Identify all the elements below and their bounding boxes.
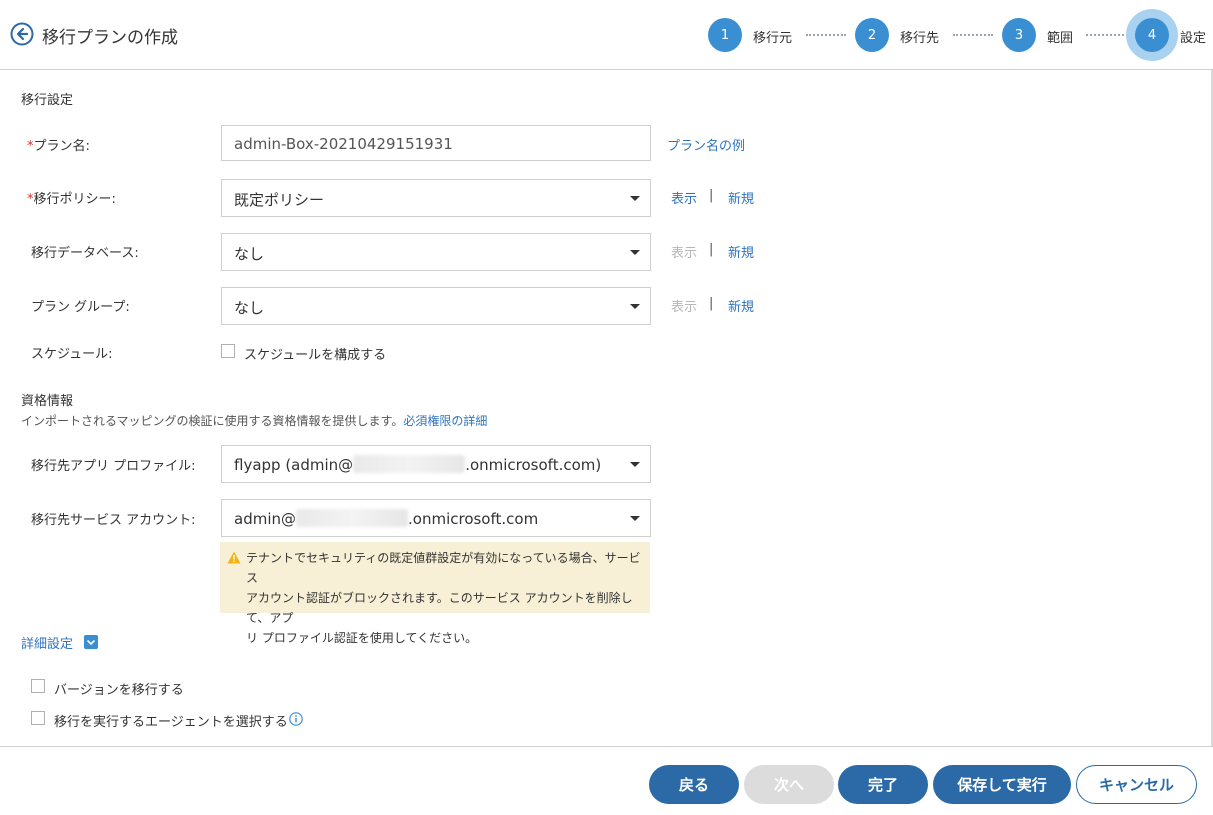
settings-panel: 移行設定 *プラン名: admin-Box-20210429151931 プラン… [0, 70, 1213, 746]
plan-name-example-link[interactable]: プラン名の例 [667, 135, 745, 154]
step-connector [806, 34, 846, 36]
dropdown-caret-icon [630, 250, 640, 255]
selected-value: なし [234, 245, 265, 263]
save-and-run-button[interactable]: 保存して実行 [933, 765, 1071, 804]
schedule-label: スケジュール: [31, 347, 113, 362]
warning-icon [227, 551, 241, 564]
value-suffix: .onmicrosoft.com [408, 510, 539, 528]
database-view-link: 表示 [671, 246, 698, 261]
app-profile-label: 移行先アプリ プロファイル: [31, 459, 196, 474]
finish-button[interactable]: 完了 [838, 765, 928, 804]
credentials-description: インポートされるマッピングの検証に使用する資格情報を提供します。必須権限の詳細 [21, 414, 488, 428]
schedule-checkbox[interactable] [221, 344, 235, 358]
dropdown-caret-icon [630, 516, 640, 521]
policy-new-link[interactable]: 新規 [728, 188, 754, 207]
migration-policy-select[interactable]: 既定ポリシー [221, 179, 651, 217]
chevron-down-icon[interactable] [84, 635, 98, 649]
dropdown-caret-icon [630, 304, 640, 309]
database-new-link[interactable]: 新規 [728, 242, 754, 261]
footer: 戻る 次へ 完了 保存して実行 キャンセル [0, 746, 1213, 815]
policy-view-link[interactable]: 表示 [671, 188, 697, 207]
schedule-checkbox-label: スケジュールを構成する [244, 348, 387, 363]
warning-line: テナントでセキュリティの既定値群設定が有効になっている場合、サービス [246, 551, 641, 585]
migration-policy-label: *移行ポリシー: [27, 192, 116, 207]
page-title: 移行プランの作成 [42, 28, 178, 48]
plan-group-view-link: 表示 [671, 300, 698, 315]
link-separator: | [709, 188, 714, 203]
back-button[interactable]: 戻る [649, 765, 739, 804]
service-account-select[interactable]: admin@ .onmicrosoft.com [221, 499, 651, 537]
plan-group-select[interactable]: なし [221, 287, 651, 325]
cancel-button[interactable]: キャンセル [1076, 765, 1197, 804]
step-number: 3 [1002, 18, 1036, 52]
plan-group-new-link[interactable]: 新規 [728, 296, 754, 315]
value-prefix: admin@ [234, 510, 296, 528]
security-defaults-warning: テナントでセキュリティの既定値群設定が有効になっている場合、サービス アカウント… [220, 542, 650, 645]
advanced-settings-toggle[interactable]: 詳細設定 [21, 633, 73, 652]
credentials-title: 資格情報 [21, 394, 74, 409]
step-label: 移行元 [753, 31, 793, 46]
step-label: 移行先 [900, 31, 940, 46]
dropdown-caret-icon [630, 462, 640, 467]
select-agent-checkbox[interactable] [31, 711, 45, 725]
step-label: 範囲 [1047, 31, 1074, 46]
migration-database-select[interactable]: なし [221, 233, 651, 271]
warning-line: アカウント認証がブロックされます。このサービス アカウントを削除して、アプ [246, 591, 633, 625]
warning-line: リ プロファイル認証を使用してください。 [246, 631, 478, 645]
plan-name-input[interactable]: admin-Box-20210429151931 [221, 125, 651, 161]
step-number: 4 [1135, 18, 1169, 52]
selected-value: 既定ポリシー [234, 191, 325, 209]
plan-group-label: プラン グループ: [31, 300, 130, 315]
select-agent-label: 移行を実行するエージェントを選択する [54, 715, 288, 730]
next-button: 次へ [744, 765, 834, 804]
service-account-label: 移行先サービス アカウント: [31, 513, 196, 528]
link-separator: | [709, 242, 714, 257]
redacted-text [353, 455, 466, 473]
selected-value: なし [234, 299, 265, 317]
dropdown-caret-icon [630, 196, 640, 201]
permissions-link[interactable]: 必須権限の詳細 [403, 414, 487, 428]
step-number: 2 [855, 18, 889, 52]
app-profile-select[interactable]: flyapp (admin@ .onmicrosoft.com) [221, 445, 651, 483]
migrate-versions-checkbox[interactable] [31, 679, 45, 693]
step-number: 1 [708, 18, 742, 52]
link-separator: | [709, 296, 714, 311]
migrate-versions-label: バージョンを移行する [54, 683, 184, 698]
info-icon[interactable] [289, 712, 303, 726]
migration-settings-title: 移行設定 [21, 93, 74, 108]
redacted-text [296, 509, 408, 527]
back-arrow-icon[interactable] [10, 22, 34, 46]
value-prefix: flyapp (admin@ [234, 456, 354, 474]
migration-database-label: 移行データベース: [31, 246, 139, 261]
plan-name-label: *プラン名: [27, 139, 90, 154]
value-suffix: .onmicrosoft.com) [465, 456, 602, 474]
step-label: 設定 [1180, 31, 1207, 46]
header: 移行プランの作成 1 移行元 2 移行先 3 範囲 4 設定 [0, 0, 1213, 70]
step-connector [953, 34, 993, 36]
step-connector [1086, 34, 1124, 36]
